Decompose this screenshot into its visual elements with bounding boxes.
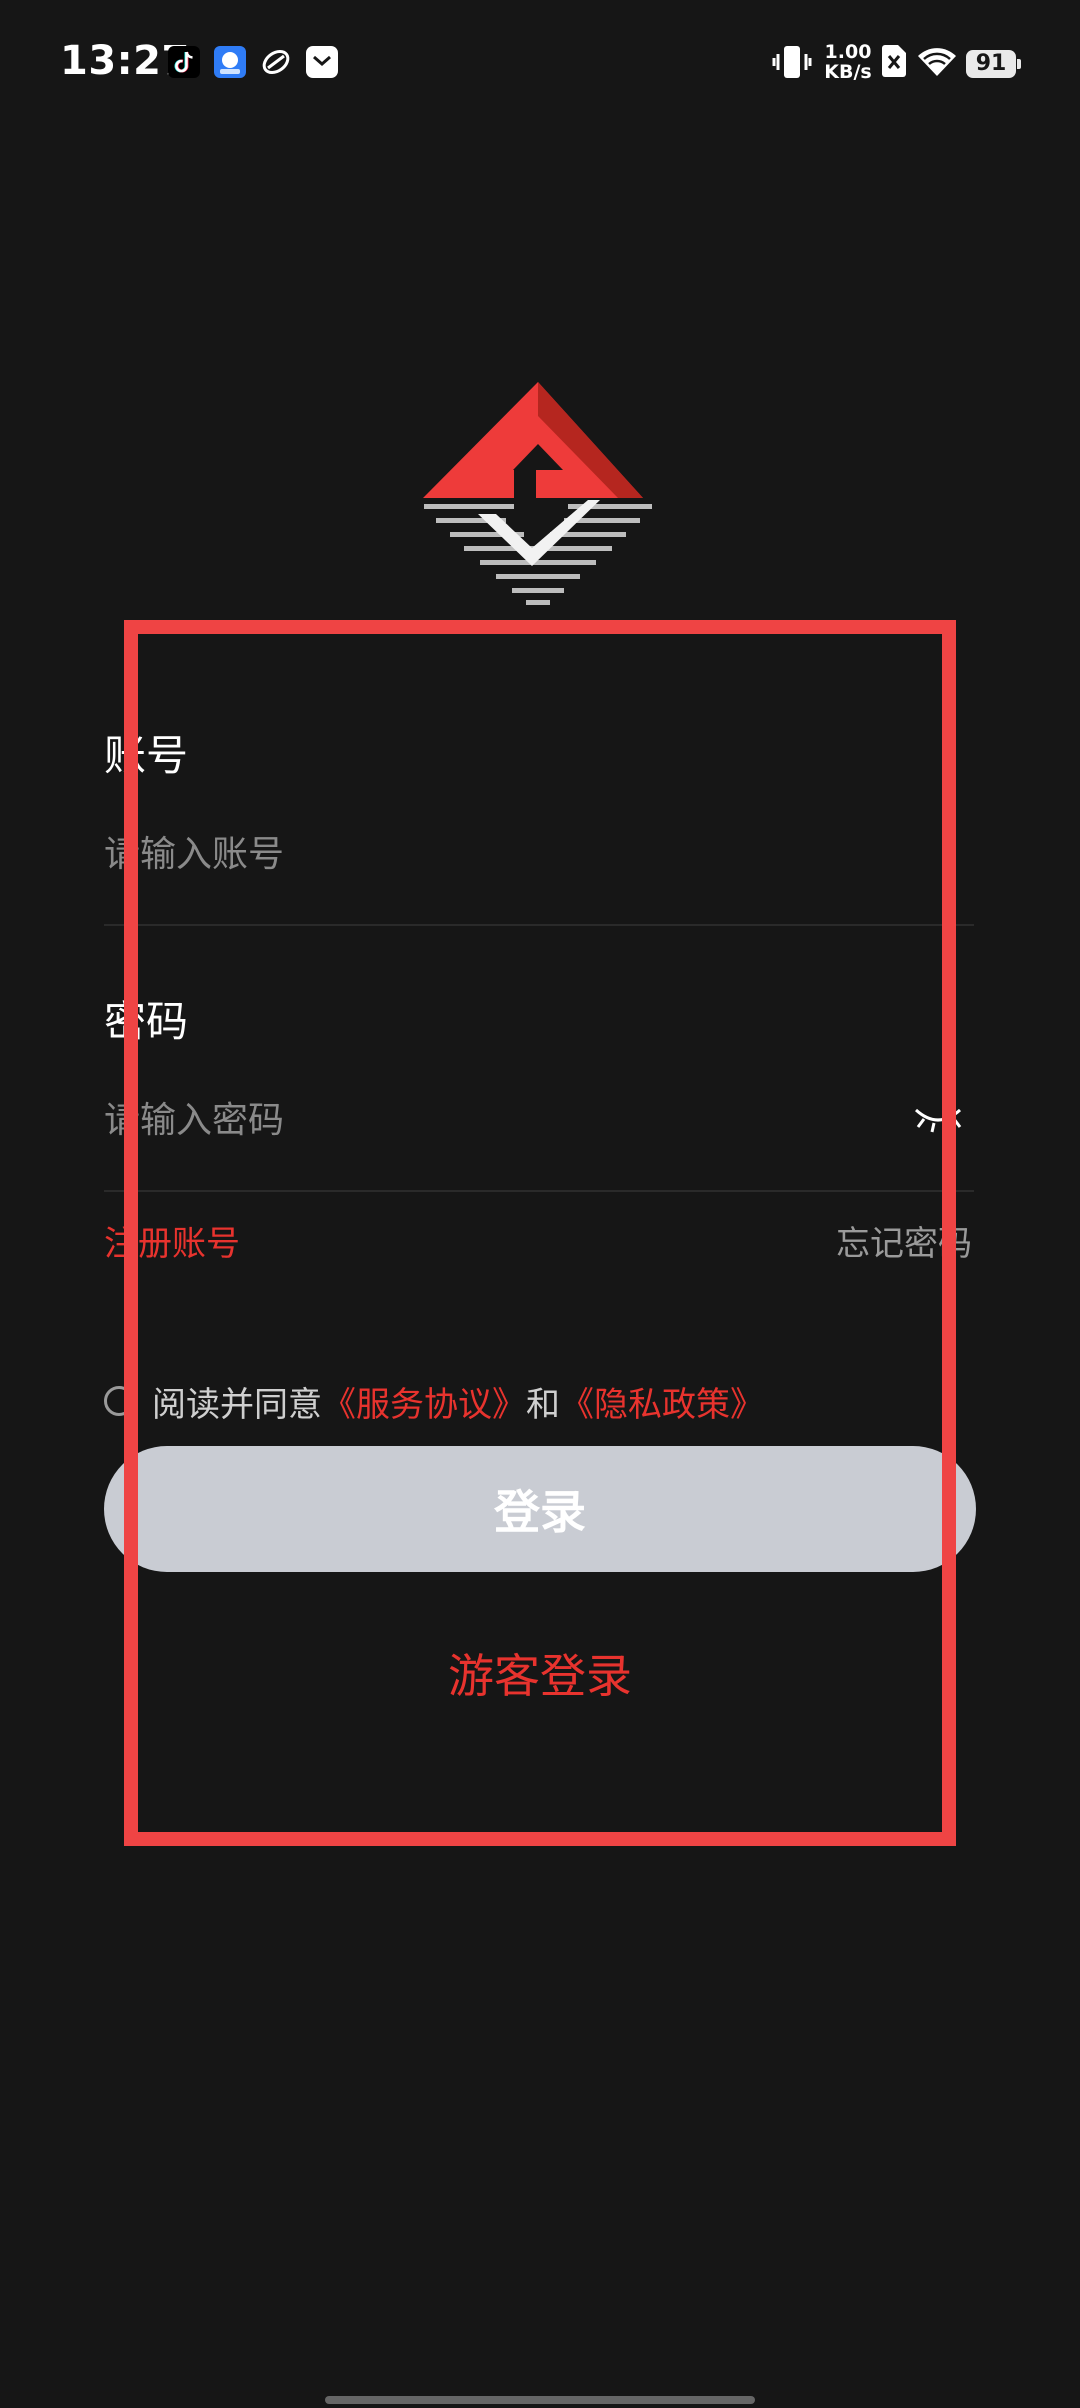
tiktok-icon <box>168 46 200 78</box>
battery-tip <box>1017 59 1021 69</box>
highlight-box <box>124 620 956 1846</box>
wifi-icon <box>916 44 958 82</box>
vibrate-icon <box>772 44 812 84</box>
home-indicator[interactable] <box>325 2396 755 2404</box>
net-speed-value: 1.00 <box>824 41 872 63</box>
status-bar: 13:27 1.00 KB/s 91 <box>0 0 1080 130</box>
message-app-icon <box>306 46 338 78</box>
net-speed: 1.00 KB/s <box>818 42 878 82</box>
net-speed-unit: KB/s <box>824 61 872 83</box>
sync-app-icon <box>260 46 292 78</box>
battery-icon: 91 <box>966 50 1016 78</box>
app-badge-icon <box>214 46 246 78</box>
no-sim-icon <box>880 44 908 82</box>
brand-logo-icon <box>418 378 658 618</box>
login-screen: 13:27 1.00 KB/s 91 账号 请输入账号 密码 注册账号 忘记密码… <box>0 0 1080 2408</box>
